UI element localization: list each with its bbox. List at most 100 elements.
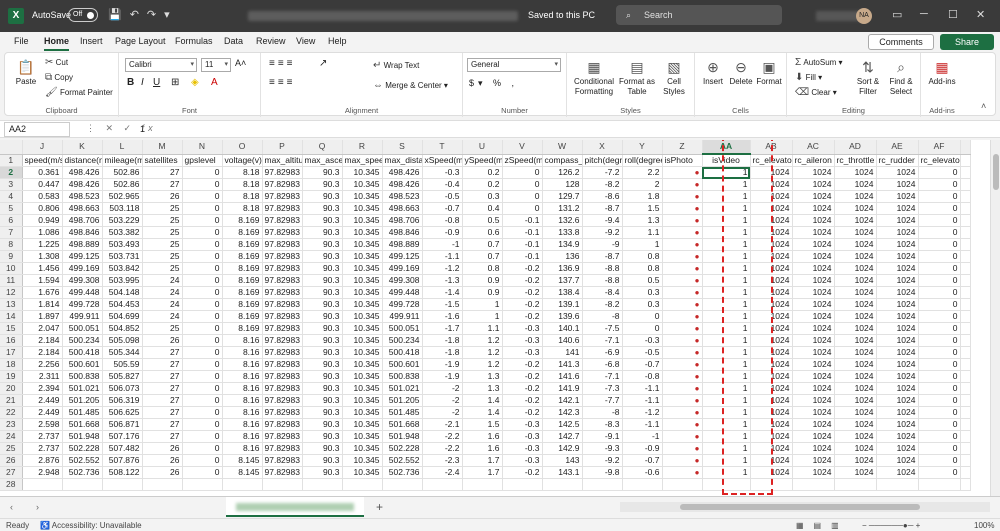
cell[interactable]: 97.82983 bbox=[262, 382, 303, 395]
cell[interactable]: -2 bbox=[422, 382, 463, 395]
row-header[interactable]: 6 bbox=[0, 214, 23, 227]
cell[interactable]: 1.8 bbox=[622, 190, 663, 203]
merge-center-button[interactable]: ⇔ Merge & Center ▾ bbox=[373, 80, 448, 91]
cell[interactable]: 97.82983 bbox=[262, 346, 303, 359]
clear-button[interactable]: ⌫ Clear ▾ bbox=[795, 87, 837, 98]
cell[interactable]: 10.345 bbox=[342, 442, 383, 455]
cell[interactable]: 97.82983 bbox=[262, 442, 303, 455]
cell[interactable]: 10.345 bbox=[342, 418, 383, 431]
vertical-scroll-thumb[interactable] bbox=[993, 154, 999, 190]
cell[interactable]: 90.3 bbox=[302, 166, 343, 179]
spreadsheet-grid[interactable]: J K L M N O P Q R S T U V W X Y Z AA AB AC AD AE AF 1 speed(m/s… bbox=[0, 140, 990, 496]
cell[interactable]: 1 bbox=[702, 286, 751, 299]
cell[interactable]: 90.3 bbox=[302, 430, 343, 443]
cell[interactable]: -0.8 bbox=[422, 214, 463, 227]
cell[interactable]: 25 bbox=[142, 322, 183, 335]
cell[interactable]: 97.82983 bbox=[262, 190, 303, 203]
cell[interactable] bbox=[462, 478, 503, 491]
column-header-ae[interactable]: AE bbox=[876, 140, 919, 155]
select-all-corner[interactable] bbox=[0, 140, 23, 155]
cell[interactable]: 1024 bbox=[750, 238, 793, 251]
cell[interactable]: 1024 bbox=[750, 226, 793, 239]
cell[interactable]: 1 bbox=[462, 298, 503, 311]
cell[interactable]: 1024 bbox=[876, 394, 919, 407]
cell[interactable]: -0.3 bbox=[502, 322, 543, 335]
cell[interactable]: 0.9 bbox=[462, 274, 503, 287]
cell[interactable]: 1.225 bbox=[22, 238, 63, 251]
cell[interactable]: -0.2 bbox=[502, 382, 543, 395]
cell[interactable]: 97.82983 bbox=[262, 274, 303, 287]
cell[interactable]: 97.82983 bbox=[262, 466, 303, 479]
column-header-k[interactable]: K bbox=[62, 140, 103, 155]
cell[interactable]: 10.345 bbox=[342, 310, 383, 323]
red-marker-icon[interactable]: ● bbox=[662, 358, 703, 371]
cell[interactable]: 502.736 bbox=[382, 466, 423, 479]
row-header[interactable]: 14 bbox=[0, 310, 23, 323]
cell[interactable]: 0 bbox=[502, 190, 543, 203]
cell[interactable] bbox=[960, 202, 971, 215]
column-header-v[interactable]: V bbox=[502, 140, 543, 155]
cell[interactable] bbox=[262, 478, 303, 491]
cell[interactable]: 1 bbox=[702, 334, 751, 347]
cell[interactable]: 498.846 bbox=[62, 226, 103, 239]
cell[interactable]: 142.3 bbox=[542, 406, 583, 419]
autosum-button[interactable]: Σ AutoSum ▾ bbox=[795, 57, 843, 68]
cell[interactable]: 0 bbox=[502, 178, 543, 191]
tab-prev-icon[interactable]: ‹ bbox=[10, 502, 13, 512]
cell[interactable]: 1024 bbox=[834, 418, 877, 431]
cell[interactable]: 8.145 bbox=[222, 454, 263, 467]
cell[interactable]: 8.18 bbox=[222, 178, 263, 191]
cell[interactable]: 0 bbox=[502, 202, 543, 215]
cell[interactable] bbox=[542, 478, 583, 491]
cell[interactable] bbox=[302, 478, 343, 491]
cell[interactable]: 1.2 bbox=[462, 334, 503, 347]
cell[interactable] bbox=[960, 274, 971, 287]
cell[interactable]: 0.949 bbox=[22, 214, 63, 227]
row-header[interactable]: 17 bbox=[0, 346, 23, 359]
tab-file[interactable]: File bbox=[14, 36, 29, 46]
cell[interactable]: 126.2 bbox=[542, 166, 583, 179]
cell[interactable]: 1024 bbox=[792, 406, 835, 419]
cell[interactable]: 8.145 bbox=[222, 466, 263, 479]
cell[interactable]: 0 bbox=[918, 262, 961, 275]
cell[interactable]: 8.169 bbox=[222, 274, 263, 287]
cell[interactable]: -9.2 bbox=[582, 226, 623, 239]
column-header-z[interactable]: Z bbox=[662, 140, 703, 155]
number-format-icons[interactable]: $▾ % , bbox=[469, 78, 518, 89]
cell[interactable]: -9.4 bbox=[582, 214, 623, 227]
cell[interactable]: 506.625 bbox=[102, 406, 143, 419]
cell[interactable]: 505.344 bbox=[102, 346, 143, 359]
cell[interactable]: rc_elevato bbox=[918, 154, 961, 167]
cell[interactable]: 2.311 bbox=[22, 370, 63, 383]
cell[interactable]: 90.3 bbox=[302, 310, 343, 323]
horizontal-scroll-thumb[interactable] bbox=[680, 504, 920, 510]
cell[interactable]: 1024 bbox=[792, 202, 835, 215]
cell[interactable] bbox=[960, 226, 971, 239]
vertical-scrollbar[interactable] bbox=[990, 140, 1000, 496]
cell[interactable]: 0.3 bbox=[462, 190, 503, 203]
cell[interactable]: 1.594 bbox=[22, 274, 63, 287]
cell[interactable]: 502.228 bbox=[382, 442, 423, 455]
cell[interactable]: 506.871 bbox=[102, 418, 143, 431]
cell[interactable]: 0 bbox=[502, 166, 543, 179]
cell[interactable]: 0.7 bbox=[462, 238, 503, 251]
cell[interactable]: 1 bbox=[702, 418, 751, 431]
cell[interactable]: -1 bbox=[622, 430, 663, 443]
cell[interactable]: 10.345 bbox=[342, 406, 383, 419]
search-box[interactable]: ⌕ Search bbox=[616, 5, 782, 25]
cell[interactable]: 1 bbox=[702, 202, 751, 215]
cell[interactable]: 1.2 bbox=[462, 346, 503, 359]
cell[interactable] bbox=[960, 286, 971, 299]
row-header[interactable]: 27 bbox=[0, 466, 23, 479]
cell[interactable]: 0.3 bbox=[622, 298, 663, 311]
cell[interactable]: 90.3 bbox=[302, 226, 343, 239]
saved-status[interactable]: Saved to this PC bbox=[528, 10, 595, 20]
cell[interactable]: -0.3 bbox=[422, 166, 463, 179]
sort-filter-button[interactable]: ⇅ Sort & Filter bbox=[853, 59, 883, 97]
cell[interactable]: 0 bbox=[918, 406, 961, 419]
cell[interactable]: 499.448 bbox=[62, 286, 103, 299]
cell[interactable]: 0 bbox=[182, 202, 223, 215]
cell[interactable]: 503.842 bbox=[102, 262, 143, 275]
cell[interactable]: 97.82983 bbox=[262, 262, 303, 275]
cell[interactable]: -0.5 bbox=[622, 346, 663, 359]
